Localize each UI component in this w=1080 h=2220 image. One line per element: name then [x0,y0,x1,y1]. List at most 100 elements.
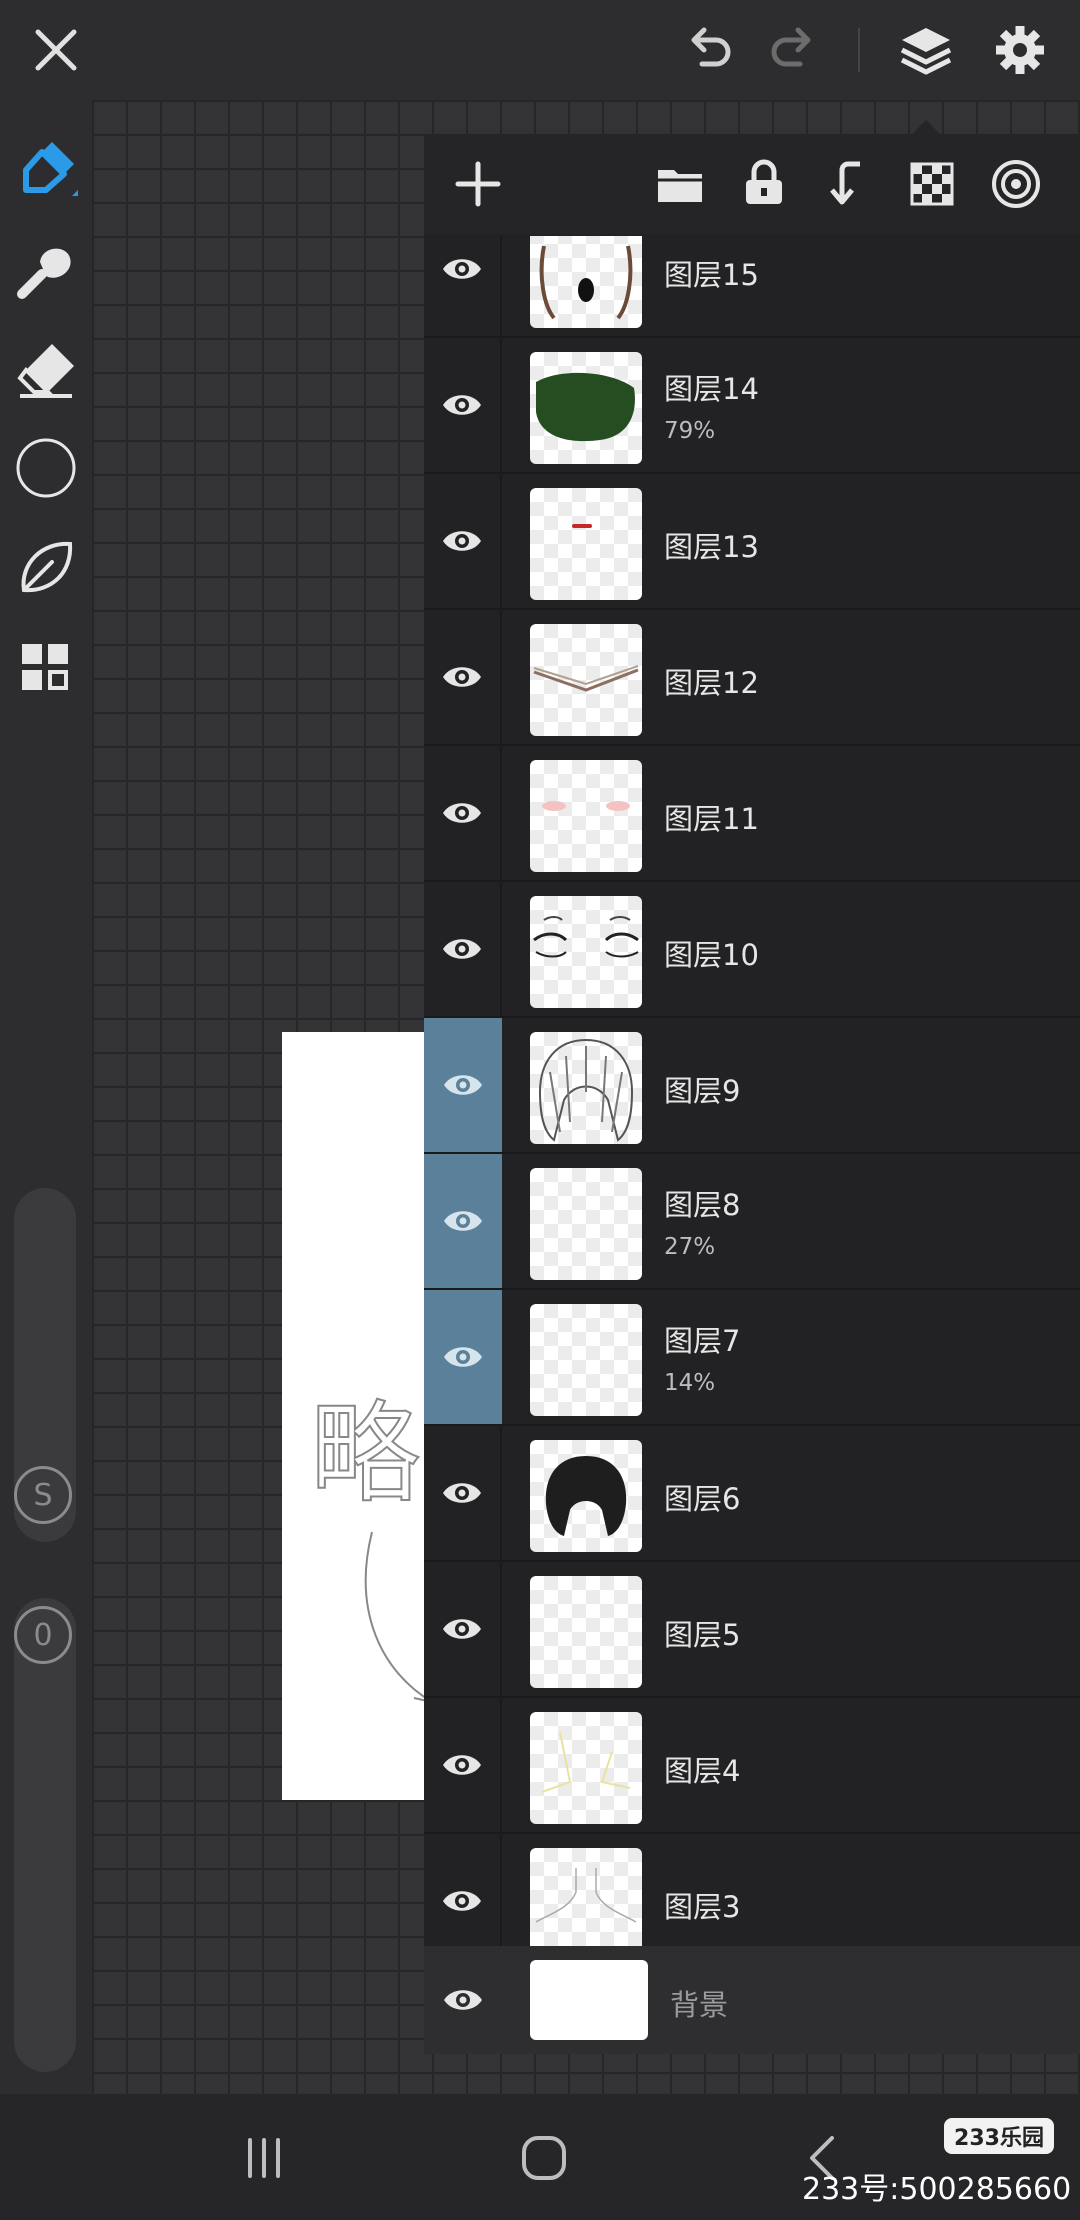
sketch-text: 略 [310,1390,420,1518]
eye-icon [443,259,481,279]
layer-thumbnail [530,1440,642,1552]
layer-thumbnail [530,1304,642,1416]
close-icon[interactable] [24,18,88,82]
undo-icon[interactable] [676,18,740,82]
layer-thumbnail [530,1032,642,1144]
layer-name: 图层9 [664,1074,741,1108]
layer-thumbnail [530,352,642,464]
eye-icon [443,1891,481,1911]
layer-name: 图层4 [664,1754,741,1788]
transparency-icon[interactable] [902,154,962,214]
visibility-toggle[interactable] [424,1290,502,1424]
color-picker-icon[interactable] [12,434,80,502]
smudge-tool-icon[interactable] [12,236,80,304]
layer-thumbnail [530,1712,642,1824]
layer-name: 图层8 [664,1188,741,1222]
background-layer-name: 背景 [670,1988,729,2022]
layer-thumbnail [530,760,642,872]
visibility-toggle[interactable] [424,236,502,336]
brush-tool-icon[interactable] [12,138,80,206]
eye-icon [443,667,481,687]
visibility-toggle[interactable] [424,746,502,880]
layer-thumbnail [530,236,642,328]
eye-icon [443,395,481,415]
eye-icon [443,803,481,823]
eraser-tool-icon[interactable] [12,336,80,404]
opacity-slider-label: 0 [33,1617,53,1653]
layer-name: 图层7 [664,1324,741,1358]
layer-row[interactable]: 图层4 [424,1698,1080,1834]
layer-row[interactable]: 图层5 [424,1562,1080,1698]
eye-icon [443,531,481,551]
layer-thumbnail [530,488,642,600]
visibility-toggle[interactable] [424,1154,502,1288]
tool-sidebar: S 0 [0,100,92,2094]
system-nav-bar: 233乐园 233号:500285660 [0,2094,1080,2220]
visibility-toggle[interactable] [424,338,502,472]
visibility-toggle[interactable] [424,1698,502,1832]
eye-icon [443,1755,481,1775]
add-layer-icon[interactable] [448,154,508,214]
eye-icon [443,1483,481,1503]
layer-thumbnail [530,1576,642,1688]
layer-row[interactable]: 图层8 27% [424,1154,1080,1290]
grid-menu-icon[interactable] [12,634,80,702]
layer-row[interactable]: 图层13 [424,474,1080,610]
background-thumbnail [530,1960,648,2040]
layer-row[interactable]: 图层10 [424,882,1080,1018]
size-slider-label: S [33,1477,53,1513]
layer-thumbnail [530,896,642,1008]
visibility-toggle[interactable] [424,882,502,1016]
leaf-brush-icon[interactable] [12,534,80,602]
layer-row[interactable]: 图层7 14% [424,1290,1080,1426]
eye-icon [444,1347,482,1367]
background-layer-row[interactable]: 背景 [424,1946,1080,2054]
layer-name: 图层10 [664,938,759,972]
lock-icon[interactable] [734,154,794,214]
top-bar [0,0,1080,100]
layer-name: 图层14 [664,372,759,406]
layer-name: 图层5 [664,1618,741,1652]
brush-opacity-slider[interactable] [14,1598,76,2072]
merge-down-icon[interactable] [818,154,878,214]
visibility-toggle[interactable] [424,1426,502,1560]
eye-icon [444,1211,482,1231]
home-icon[interactable] [514,2128,574,2188]
recent-apps-icon[interactable] [234,2128,294,2188]
layer-list[interactable]: 图层15 图层14 79% 图层13 图层12 图层11 图层10 图层9 图层… [424,236,1080,2080]
layer-row[interactable]: 图层12 [424,610,1080,746]
layer-panel: 图层15 图层14 79% 图层13 图层12 图层11 图层10 图层9 图层… [424,120,1080,2054]
size-slider-knob[interactable]: S [14,1466,72,1524]
redo-icon[interactable] [762,18,826,82]
settings-icon[interactable] [988,18,1052,82]
visibility-toggle[interactable] [424,474,502,608]
layer-row[interactable]: 图层11 [424,746,1080,882]
layer-row[interactable]: 图层9 [424,1018,1080,1154]
watermark-logo: 233乐园 [944,2118,1054,2154]
visibility-toggle[interactable] [424,1946,502,2054]
layer-name: 图层15 [664,258,759,292]
blend-mode-icon[interactable] [986,154,1046,214]
layer-opacity: 14% [664,1370,716,1396]
layer-opacity: 79% [664,418,716,444]
layer-thumbnail [530,1848,642,1960]
visibility-toggle[interactable] [424,1562,502,1696]
folder-icon[interactable] [650,154,710,214]
watermark-id: 233号:500285660 [802,2172,1072,2207]
layers-icon[interactable] [894,18,958,82]
eye-icon [444,1075,482,1095]
layer-thumbnail [530,1168,642,1280]
toolbar-divider [858,28,860,72]
visibility-toggle[interactable] [424,610,502,744]
layer-row[interactable]: 图层6 [424,1426,1080,1562]
eye-icon [443,1619,481,1639]
layer-opacity: 27% [664,1234,716,1260]
layer-name: 图层12 [664,666,759,700]
layer-name: 图层3 [664,1890,741,1924]
layer-name: 图层13 [664,530,759,564]
eye-icon [443,939,481,959]
layer-row[interactable]: 图层14 79% [424,338,1080,474]
visibility-toggle[interactable] [424,1018,502,1152]
opacity-slider-knob[interactable]: 0 [14,1606,72,1664]
layer-row[interactable]: 图层15 [424,236,1080,338]
